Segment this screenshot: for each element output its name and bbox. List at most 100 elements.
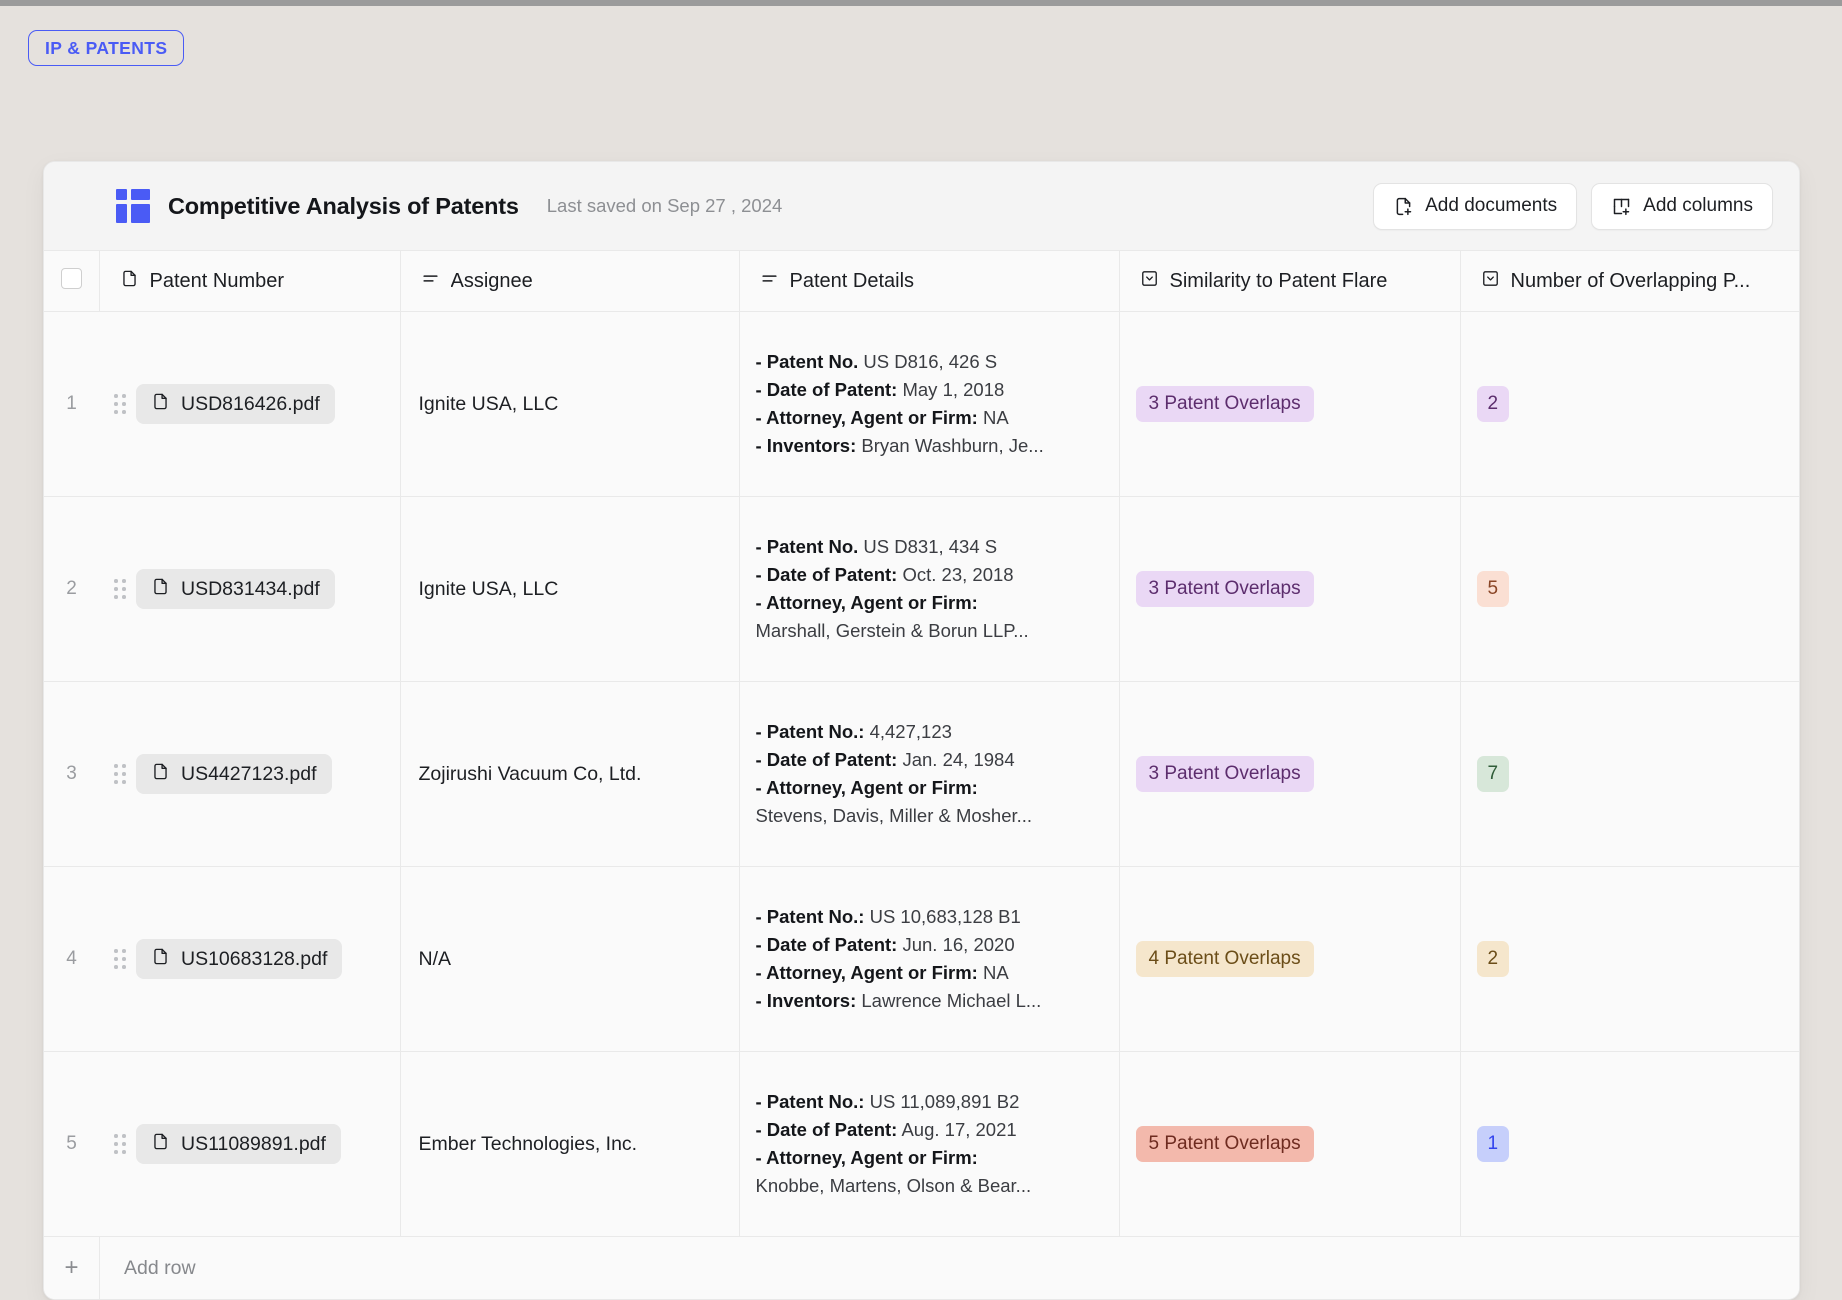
equals-icon	[421, 269, 440, 294]
file-icon	[151, 762, 170, 787]
checkbox-chevron-icon	[1481, 269, 1500, 294]
overlapping-patents-cell: 7	[1460, 682, 1800, 867]
add-columns-label: Add columns	[1643, 195, 1753, 217]
column-header-overlapping-patents[interactable]: Number of Overlapping P...	[1460, 251, 1800, 312]
overlap-count-badge[interactable]: 1	[1477, 1126, 1510, 1162]
similarity-cell: 3 Patent Overlaps	[1119, 497, 1460, 682]
document-chip[interactable]: USD831434.pdf	[136, 569, 335, 609]
overlap-count-badge[interactable]: 2	[1477, 386, 1510, 422]
patent-number-cell: US4427123.pdf	[99, 682, 400, 867]
breadcrumb-chip-ip-patents[interactable]: IP & PATENTS	[28, 30, 184, 66]
similarity-badge[interactable]: 5 Patent Overlaps	[1136, 1126, 1314, 1162]
detail-label: - Attorney, Agent or Firm:	[756, 407, 978, 428]
detail-line: - Date of Patent: May 1, 2018	[756, 376, 1103, 404]
drag-handle-icon[interactable]	[113, 393, 127, 415]
row-index: 5	[44, 1052, 99, 1237]
detail-label: - Date of Patent:	[756, 749, 898, 770]
detail-line: Stevens, Davis, Miller & Mosher...	[756, 802, 1103, 830]
detail-label: - Inventors:	[756, 435, 857, 456]
detail-line: - Patent No. US D816, 426 S	[756, 348, 1103, 376]
overlapping-patents-cell: 5	[1460, 497, 1800, 682]
table-header-row: Patent Number Assignee	[44, 251, 1800, 312]
column-header-label: Similarity to Patent Flare	[1170, 270, 1388, 293]
table-card: Competitive Analysis of Patents Last sav…	[43, 161, 1800, 1300]
similarity-badge[interactable]: 3 Patent Overlaps	[1136, 386, 1314, 422]
document-filename: US10683128.pdf	[181, 948, 327, 971]
detail-label: - Patent No.	[756, 536, 859, 557]
table-body: 1USD816426.pdfIgnite USA, LLC- Patent No…	[44, 312, 1800, 1237]
detail-value: Aug. 17, 2021	[901, 1119, 1016, 1140]
patent-details-cell: - Patent No.: 4,427,123- Date of Patent:…	[739, 682, 1119, 867]
column-header-similarity[interactable]: Similarity to Patent Flare	[1119, 251, 1460, 312]
table-footer: + Add row	[44, 1237, 1800, 1300]
detail-value: US 11,089,891 B2	[870, 1091, 1020, 1112]
assignee-cell: Ignite USA, LLC	[400, 312, 739, 497]
similarity-badge[interactable]: 4 Patent Overlaps	[1136, 941, 1314, 977]
detail-label: - Date of Patent:	[756, 379, 898, 400]
detail-line: - Attorney, Agent or Firm:	[756, 774, 1103, 802]
add-columns-button[interactable]: Add columns	[1591, 183, 1773, 230]
detail-label: - Attorney, Agent or Firm:	[756, 592, 978, 613]
detail-line: - Date of Patent: Jan. 24, 1984	[756, 746, 1103, 774]
table-row: 2USD831434.pdfIgnite USA, LLC- Patent No…	[44, 497, 1800, 682]
detail-value: Stevens, Davis, Miller & Mosher...	[756, 805, 1033, 826]
detail-value: Jun. 16, 2020	[902, 934, 1014, 955]
detail-label: - Attorney, Agent or Firm:	[756, 1147, 978, 1168]
assignee-cell: Zojirushi Vacuum Co, Ltd.	[400, 682, 739, 867]
checkbox-icon[interactable]	[61, 268, 82, 289]
column-header-label: Assignee	[451, 270, 533, 293]
overlap-count-badge[interactable]: 2	[1477, 941, 1510, 977]
overlap-count-badge[interactable]: 5	[1477, 571, 1510, 607]
column-header-patent-details[interactable]: Patent Details	[739, 251, 1119, 312]
patent-number-cell: US10683128.pdf	[99, 867, 400, 1052]
header-actions: Add documents Add columns	[1373, 183, 1773, 230]
select-all-header[interactable]	[44, 251, 99, 312]
detail-value: US D831, 434 S	[863, 536, 997, 557]
column-header-patent-number[interactable]: Patent Number	[99, 251, 400, 312]
document-chip[interactable]: US11089891.pdf	[136, 1124, 341, 1164]
drag-handle-icon[interactable]	[113, 1133, 127, 1155]
detail-line: - Date of Patent: Oct. 23, 2018	[756, 561, 1103, 589]
column-header-assignee[interactable]: Assignee	[400, 251, 739, 312]
detail-value: May 1, 2018	[902, 379, 1004, 400]
assignee-cell: N/A	[400, 867, 739, 1052]
assignee-cell: Ember Technologies, Inc.	[400, 1052, 739, 1237]
detail-value: US 10,683,128 B1	[870, 906, 1021, 927]
document-filename: USD816426.pdf	[181, 393, 320, 416]
add-row-button[interactable]: + Add row	[44, 1237, 1800, 1299]
patents-table: Patent Number Assignee	[44, 250, 1800, 1299]
table-row: 5 US11089891.pdf Ember Technologies, Inc.-…	[44, 1052, 1800, 1237]
detail-value: Jan. 24, 1984	[902, 749, 1014, 770]
drag-handle-icon[interactable]	[113, 948, 127, 970]
document-chip[interactable]: US4427123.pdf	[136, 754, 332, 794]
patent-number-cell: USD816426.pdf	[99, 312, 400, 497]
detail-value: Bryan Washburn, Je...	[861, 435, 1043, 456]
add-documents-button[interactable]: Add documents	[1373, 183, 1577, 230]
card-header: Competitive Analysis of Patents Last sav…	[44, 162, 1799, 250]
similarity-badge[interactable]: 3 Patent Overlaps	[1136, 756, 1314, 792]
document-chip[interactable]: USD816426.pdf	[136, 384, 335, 424]
add-documents-label: Add documents	[1425, 195, 1557, 217]
assignee-cell: Ignite USA, LLC	[400, 497, 739, 682]
detail-value: US D816, 426 S	[863, 351, 997, 372]
app-root: IP & PATENTS Competitive Analysis of Pat…	[0, 0, 1842, 1300]
detail-line: - Inventors: Bryan Washburn, Je...	[756, 432, 1103, 460]
document-chip[interactable]: US10683128.pdf	[136, 939, 342, 979]
overlap-count-badge[interactable]: 7	[1477, 756, 1510, 792]
detail-line: Marshall, Gerstein & Borun LLP...	[756, 617, 1103, 645]
similarity-cell: 4 Patent Overlaps	[1119, 867, 1460, 1052]
detail-line: - Date of Patent: Aug. 17, 2021	[756, 1116, 1103, 1144]
similarity-badge[interactable]: 3 Patent Overlaps	[1136, 571, 1314, 607]
breadcrumb: IP & PATENTS	[28, 30, 184, 66]
drag-handle-icon[interactable]	[113, 578, 127, 600]
table-row: 1USD816426.pdfIgnite USA, LLC- Patent No…	[44, 312, 1800, 497]
detail-value: Knobbe, Martens, Olson & Bear...	[756, 1175, 1032, 1196]
patent-number-cell: USD831434.pdf	[99, 497, 400, 682]
drag-handle-icon[interactable]	[113, 763, 127, 785]
patent-details-cell: - Patent No. US D831, 434 S - Date of Pat…	[739, 497, 1119, 682]
detail-line: Knobbe, Martens, Olson & Bear...	[756, 1172, 1103, 1200]
detail-label: - Date of Patent:	[756, 934, 898, 955]
grid-logo-icon	[116, 189, 150, 223]
patent-details-cell: - Patent No. US D816, 426 S- Date of Pat…	[739, 312, 1119, 497]
detail-label: - Patent No.	[756, 351, 859, 372]
